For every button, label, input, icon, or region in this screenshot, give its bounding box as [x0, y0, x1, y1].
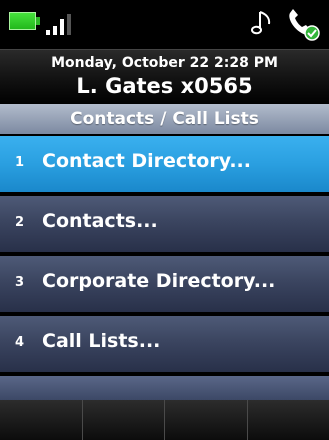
- handset-icon: [289, 9, 320, 41]
- menu-item-number: 2: [15, 215, 25, 230]
- menu-item-number: 1: [15, 155, 25, 170]
- menu-item-label: Contacts...: [42, 210, 158, 232]
- status-bar: [0, 0, 329, 48]
- softkey-4[interactable]: [248, 400, 329, 440]
- softkey-bar: [0, 400, 329, 440]
- page-title: Contacts / Call Lists: [0, 104, 329, 134]
- datetime-label: Monday, October 22 2:28 PM: [51, 55, 278, 71]
- battery-icon: [9, 12, 36, 30]
- user-line: L. Gates x0565: [76, 74, 253, 98]
- music-note-icon: [251, 11, 271, 35]
- menu-item-contact-directory[interactable]: 1 Contact Directory...: [0, 136, 329, 192]
- menu-list: 1 Contact Directory... 2 Contacts... 3 C…: [0, 136, 329, 376]
- menu-item-corporate-directory[interactable]: 3 Corporate Directory...: [0, 256, 329, 312]
- menu-item-label: Corporate Directory...: [42, 270, 276, 292]
- empty-menu-row: [0, 376, 329, 400]
- menu-item-contacts[interactable]: 2 Contacts...: [0, 196, 329, 252]
- menu-item-label: Call Lists...: [42, 330, 161, 352]
- header: Monday, October 22 2:28 PM L. Gates x056…: [0, 49, 329, 105]
- softkey-3[interactable]: [165, 400, 248, 440]
- menu-item-label: Contact Directory...: [42, 150, 251, 172]
- menu-item-number: 3: [15, 275, 25, 290]
- menu-item-number: 4: [15, 335, 25, 350]
- softkey-1[interactable]: [0, 400, 83, 440]
- battery-tip: [36, 17, 40, 25]
- softkey-2[interactable]: [83, 400, 165, 440]
- signal-strength-icon: [46, 11, 82, 35]
- menu-item-call-lists[interactable]: 4 Call Lists...: [0, 316, 329, 372]
